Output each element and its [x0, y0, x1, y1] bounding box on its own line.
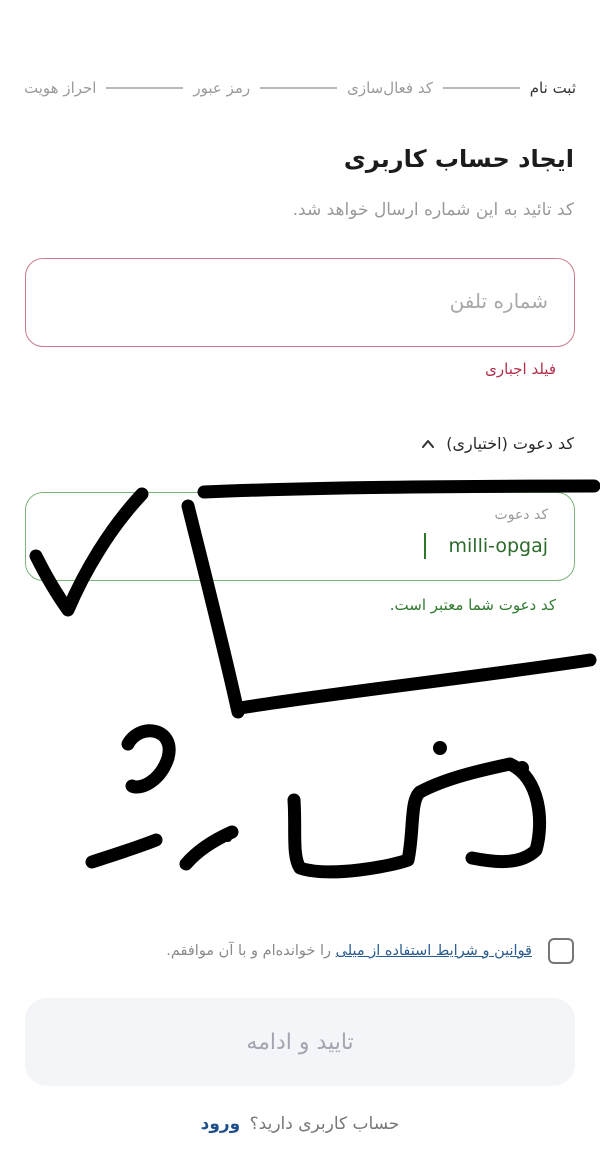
step-divider	[106, 87, 184, 89]
login-question: حساب کاربری دارید؟	[249, 1114, 400, 1134]
step-divider	[260, 87, 338, 89]
login-prompt: حساب کاربری دارید؟ ورود	[0, 1114, 600, 1134]
invite-success-message: کد دعوت شما معتبر است.	[389, 596, 556, 614]
step-activation-code: کد فعال‌سازی	[347, 79, 433, 97]
terms-suffix: را خوانده‌ام و با آن موافقم.	[166, 943, 332, 959]
signup-page: ثبت نام کد فعال‌سازی رمز عبور احراز هویت…	[0, 0, 600, 1164]
step-password: رمز عبور	[193, 79, 251, 97]
invite-code-field[interactable]: کد دعوت	[25, 492, 575, 581]
step-divider	[442, 87, 520, 89]
invite-code-toggle[interactable]: کد دعوت (اختیاری)	[420, 434, 574, 453]
text-cursor	[424, 533, 426, 559]
terms-checkbox[interactable]	[548, 938, 574, 964]
login-link[interactable]: ورود	[201, 1114, 241, 1134]
phone-error-message: فیلد اجباری	[485, 360, 556, 378]
step-identity: احراز هویت	[24, 79, 97, 97]
page-subtitle: کد تائید به این شماره ارسال خواهد شد.	[292, 200, 574, 220]
terms-row: قوانین و شرایط استفاده از میلی را خوانده…	[26, 938, 574, 964]
progress-stepper: ثبت نام کد فعال‌سازی رمز عبور احراز هویت	[24, 76, 576, 100]
invite-field-label: کد دعوت	[494, 507, 548, 523]
invite-code-input[interactable]	[50, 529, 550, 563]
terms-text: قوانین و شرایط استفاده از میلی را خوانده…	[166, 943, 532, 959]
phone-field[interactable]	[25, 258, 575, 347]
confirm-continue-button[interactable]: تایید و ادامه	[25, 998, 575, 1086]
phone-input[interactable]	[50, 281, 550, 321]
step-signup: ثبت نام	[529, 79, 576, 97]
page-title: ایجاد حساب کاربری	[343, 145, 574, 173]
invite-toggle-label: کد دعوت (اختیاری)	[446, 434, 574, 453]
terms-link[interactable]: قوانین و شرایط استفاده از میلی	[336, 943, 532, 959]
chevron-up-icon	[422, 439, 435, 448]
